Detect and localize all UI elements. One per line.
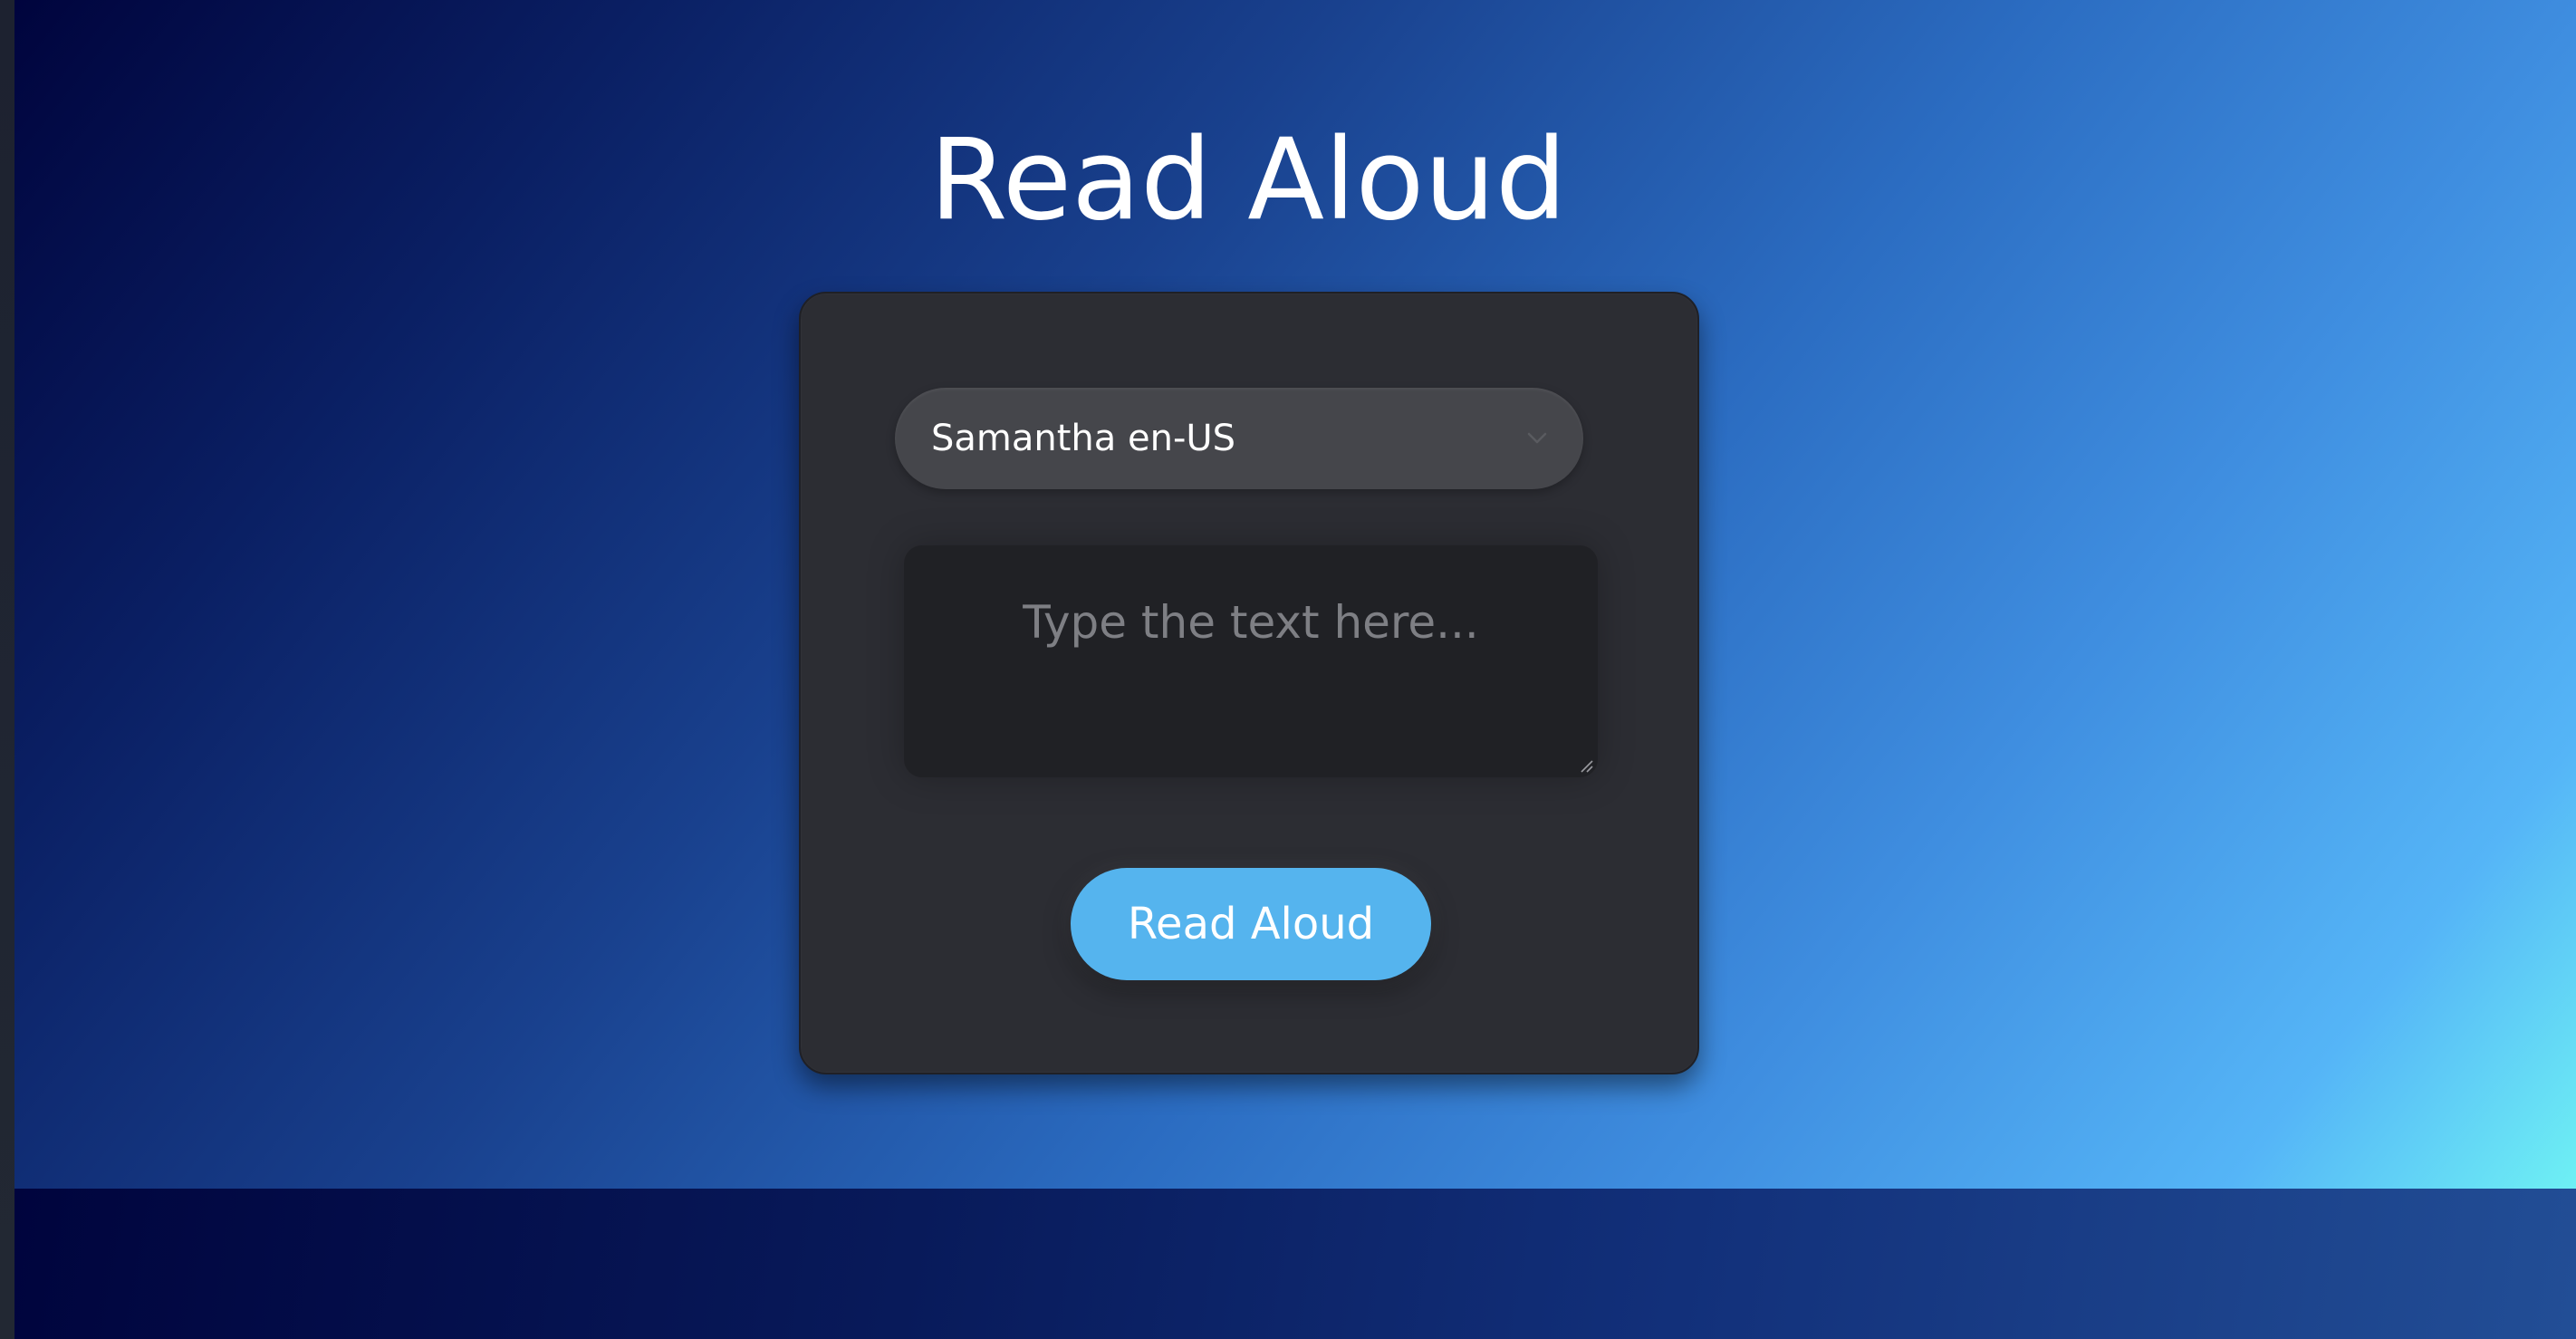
voice-select-value: Samantha en-US [931, 418, 1236, 459]
read-aloud-card: Samantha en-US Read Aloud [799, 292, 1699, 1074]
chevron-down-icon [1527, 432, 1547, 444]
footer-background [14, 1189, 2576, 1339]
read-aloud-button[interactable]: Read Aloud [1071, 868, 1431, 980]
text-input[interactable] [904, 545, 1598, 777]
voice-select[interactable]: Samantha en-US [895, 388, 1583, 489]
text-input-container [904, 545, 1598, 777]
page-title: Read Aloud [929, 115, 1567, 246]
resize-handle-icon[interactable] [1576, 756, 1594, 774]
